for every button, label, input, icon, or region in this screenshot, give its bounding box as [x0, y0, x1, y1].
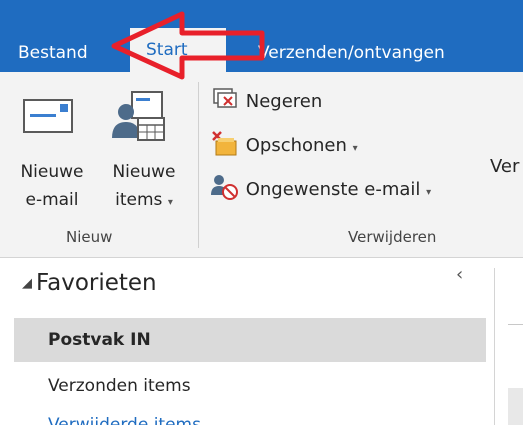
folder-deleted-items[interactable]: Verwijderde items: [14, 408, 486, 425]
favorites-header[interactable]: ◢ Favorieten: [22, 270, 157, 296]
ribbon-tab-bar: Bestand Start Verzenden/ontvangen: [0, 0, 523, 72]
junk-mail-button[interactable]: Ongewenste e-mail ▾: [210, 172, 431, 208]
chevron-down-icon: ▾: [426, 187, 432, 198]
pane-divider: [494, 268, 495, 425]
clean-up-label: Opschonen: [245, 135, 347, 156]
people-calendar-icon: [112, 91, 165, 141]
chevron-left-icon[interactable]: ‹: [456, 264, 463, 285]
next-group-partial-label[interactable]: Ver: [490, 156, 519, 177]
new-items-button[interactable]: Nieuwe items ▾: [96, 86, 192, 220]
chevron-down-icon: ▾: [167, 197, 173, 208]
ribbon: Nieuwe e-mail Nieuwe items ▾ Nieuw Neger…: [0, 72, 523, 258]
collapse-triangle-icon: ◢: [22, 276, 32, 291]
ignore-label: Negeren: [245, 91, 323, 112]
group-separator: [198, 82, 199, 248]
junk-mail-icon: [211, 175, 238, 200]
clean-up-button[interactable]: Opschonen ▾: [210, 128, 358, 164]
tab-start[interactable]: Start: [130, 28, 226, 72]
new-email-label: Nieuwe e-mail: [20, 162, 84, 210]
group-label-delete: Verwijderen: [348, 228, 437, 246]
tab-file[interactable]: Bestand: [18, 34, 88, 72]
folder-sent-items[interactable]: Verzonden items: [14, 364, 486, 408]
folder-pane: ‹ ◢ Favorieten Postvak IN Verzonden items…: [0, 258, 523, 425]
new-items-label: Nieuwe items ▾: [112, 162, 176, 210]
chevron-down-icon: ▾: [352, 143, 358, 154]
cleanup-icon: [212, 131, 237, 156]
new-email-button[interactable]: Nieuwe e-mail: [6, 86, 98, 220]
ignore-button[interactable]: Negeren: [210, 84, 322, 120]
message-list-edge: [508, 324, 523, 325]
junk-mail-label: Ongewenste e-mail: [245, 179, 421, 200]
tab-send-receive[interactable]: Verzenden/ontvangen: [258, 34, 445, 72]
folder-inbox[interactable]: Postvak IN: [14, 318, 486, 362]
message-list-edge: [508, 388, 523, 425]
ignore-conversation-icon: [213, 88, 237, 108]
envelope-icon: [23, 99, 73, 133]
group-label-new: Nieuw: [66, 228, 113, 246]
